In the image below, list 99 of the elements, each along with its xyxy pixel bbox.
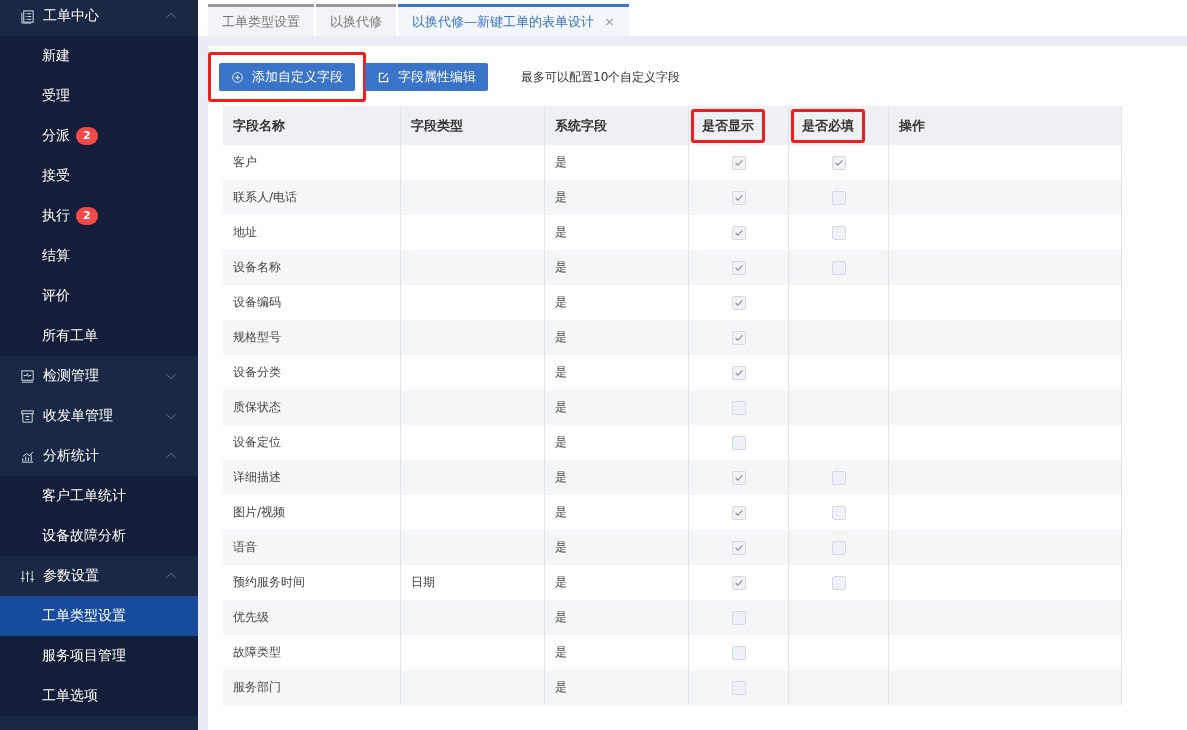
group-label: 检测管理 <box>43 367 100 385</box>
item-label: 工单选项 <box>42 687 98 705</box>
highlighted-header: 是否显示 <box>691 108 765 143</box>
checkbox[interactable] <box>731 505 746 520</box>
sidebar-item[interactable]: 所有工单 <box>0 316 198 356</box>
toolbar-button[interactable]: 添加自定义字段 <box>219 63 355 91</box>
table-cell: 规格型号 <box>223 320 401 355</box>
column-header: 字段类型 <box>400 106 545 145</box>
checkbox[interactable] <box>731 540 746 555</box>
table-cell: 是 <box>544 600 689 635</box>
checkbox[interactable] <box>831 505 846 520</box>
item-label: 结算 <box>42 247 70 265</box>
table-cell: 是 <box>544 180 689 215</box>
checkbox[interactable] <box>731 645 746 660</box>
item-label: 分派 <box>42 127 70 145</box>
table-cell: 服务部门 <box>223 670 401 705</box>
item-label: 设备故障分析 <box>42 527 126 545</box>
item-label: 接受 <box>42 167 70 185</box>
item-label: 评价 <box>42 287 70 305</box>
checkbox[interactable] <box>731 190 746 205</box>
hint-text: 最多可以配置10个自定义字段 <box>521 68 681 86</box>
table-cell: 优先级 <box>223 600 401 635</box>
sidebar-item[interactable]: 服务项目管理 <box>0 636 198 676</box>
sidebar-group[interactable]: 收发单管理 <box>0 396 198 436</box>
tab[interactable]: 工单类型设置 <box>208 4 314 36</box>
item-label: 受理 <box>42 87 70 105</box>
sidebar-item[interactable]: 结算 <box>0 236 198 276</box>
checkbox[interactable] <box>731 575 746 590</box>
tab[interactable]: 以换代修 <box>316 4 396 36</box>
group-label: 工单中心 <box>43 7 100 25</box>
checkbox[interactable] <box>731 330 746 345</box>
sidebar-group[interactable]: 分析统计 <box>0 436 198 476</box>
checkbox[interactable] <box>831 190 846 205</box>
item-label: 执行 <box>42 207 70 225</box>
checkbox[interactable] <box>831 470 846 485</box>
table-cell: 是 <box>544 390 689 425</box>
edit-icon <box>377 70 390 84</box>
item-label: 新建 <box>42 47 70 65</box>
count-badge: 2 <box>76 127 98 145</box>
checkbox[interactable] <box>731 680 746 695</box>
sidebar-item[interactable]: 受理 <box>0 76 198 116</box>
tab-label: 工单类型设置 <box>222 12 300 31</box>
sidebar-item[interactable]: 客户工单统计 <box>0 476 198 516</box>
sidebar-item[interactable]: 工单类型设置 <box>0 596 198 636</box>
sidebar-item[interactable]: 评价 <box>0 276 198 316</box>
item-label: 服务项目管理 <box>42 647 126 665</box>
table-cell: 是 <box>544 320 689 355</box>
table-cell: 是 <box>544 670 689 705</box>
tab-label: 以换代修—新键工单的表单设计 <box>412 12 594 31</box>
table-cell: 是 <box>544 460 689 495</box>
toolbar-button[interactable]: 字段属性编辑 <box>365 63 488 91</box>
column-header: 操作 <box>888 106 1122 145</box>
sidebar-item[interactable]: 接受 <box>0 156 198 196</box>
sidebar-item[interactable]: 分派 2 <box>0 116 198 156</box>
highlighted-header: 是否必填 <box>791 108 865 143</box>
monitor-icon <box>20 368 35 384</box>
sidebar-item[interactable]: 新建 <box>0 36 198 76</box>
sidebar-group[interactable]: 参数设置 <box>0 556 198 596</box>
checkbox[interactable] <box>831 540 846 555</box>
document-icon <box>20 8 35 24</box>
checkbox[interactable] <box>731 470 746 485</box>
checkbox[interactable] <box>731 155 746 170</box>
table-cell: 是 <box>544 530 689 565</box>
checkbox[interactable] <box>831 260 846 275</box>
table-cell: 是 <box>544 250 689 285</box>
group-label: 收发单管理 <box>43 407 114 425</box>
table-cell: 设备名称 <box>223 250 401 285</box>
table-cell: 语音 <box>223 530 401 565</box>
checkbox[interactable] <box>731 610 746 625</box>
column-header: 系统字段 <box>544 106 689 145</box>
group-label: 参数设置 <box>43 567 100 585</box>
item-label: 客户工单统计 <box>42 487 126 505</box>
box-icon <box>20 408 35 424</box>
checkbox[interactable] <box>731 295 746 310</box>
sidebar-group[interactable]: 检测管理 <box>0 356 198 396</box>
item-label: 所有工单 <box>42 327 98 345</box>
column-header: 字段名称 <box>223 106 401 145</box>
sidebar-group[interactable]: 工单中心 <box>0 0 198 36</box>
tab[interactable]: 以换代修—新键工单的表单设计 × <box>398 4 629 36</box>
checkbox[interactable] <box>731 260 746 275</box>
tab-label: 以换代修 <box>330 12 382 31</box>
checkbox[interactable] <box>731 400 746 415</box>
sidebar-item[interactable]: 工单选项 <box>0 676 198 716</box>
checkbox[interactable] <box>831 225 846 240</box>
sliders-icon <box>20 568 35 584</box>
table-cell: 详细描述 <box>223 460 401 495</box>
item-label: 工单类型设置 <box>42 607 126 625</box>
table-cell: 质保状态 <box>223 390 401 425</box>
checkbox[interactable] <box>831 575 846 590</box>
count-badge: 2 <box>76 207 98 225</box>
checkbox[interactable] <box>731 365 746 380</box>
checkbox[interactable] <box>831 155 846 170</box>
checkbox[interactable] <box>731 435 746 450</box>
plus-circle-icon <box>231 70 244 84</box>
sidebar-item[interactable]: 设备故障分析 <box>0 516 198 556</box>
group-label: 分析统计 <box>43 447 100 465</box>
table-cell: 联系人/电话 <box>223 180 401 215</box>
sidebar-item[interactable]: 执行 2 <box>0 196 198 236</box>
checkbox[interactable] <box>731 225 746 240</box>
